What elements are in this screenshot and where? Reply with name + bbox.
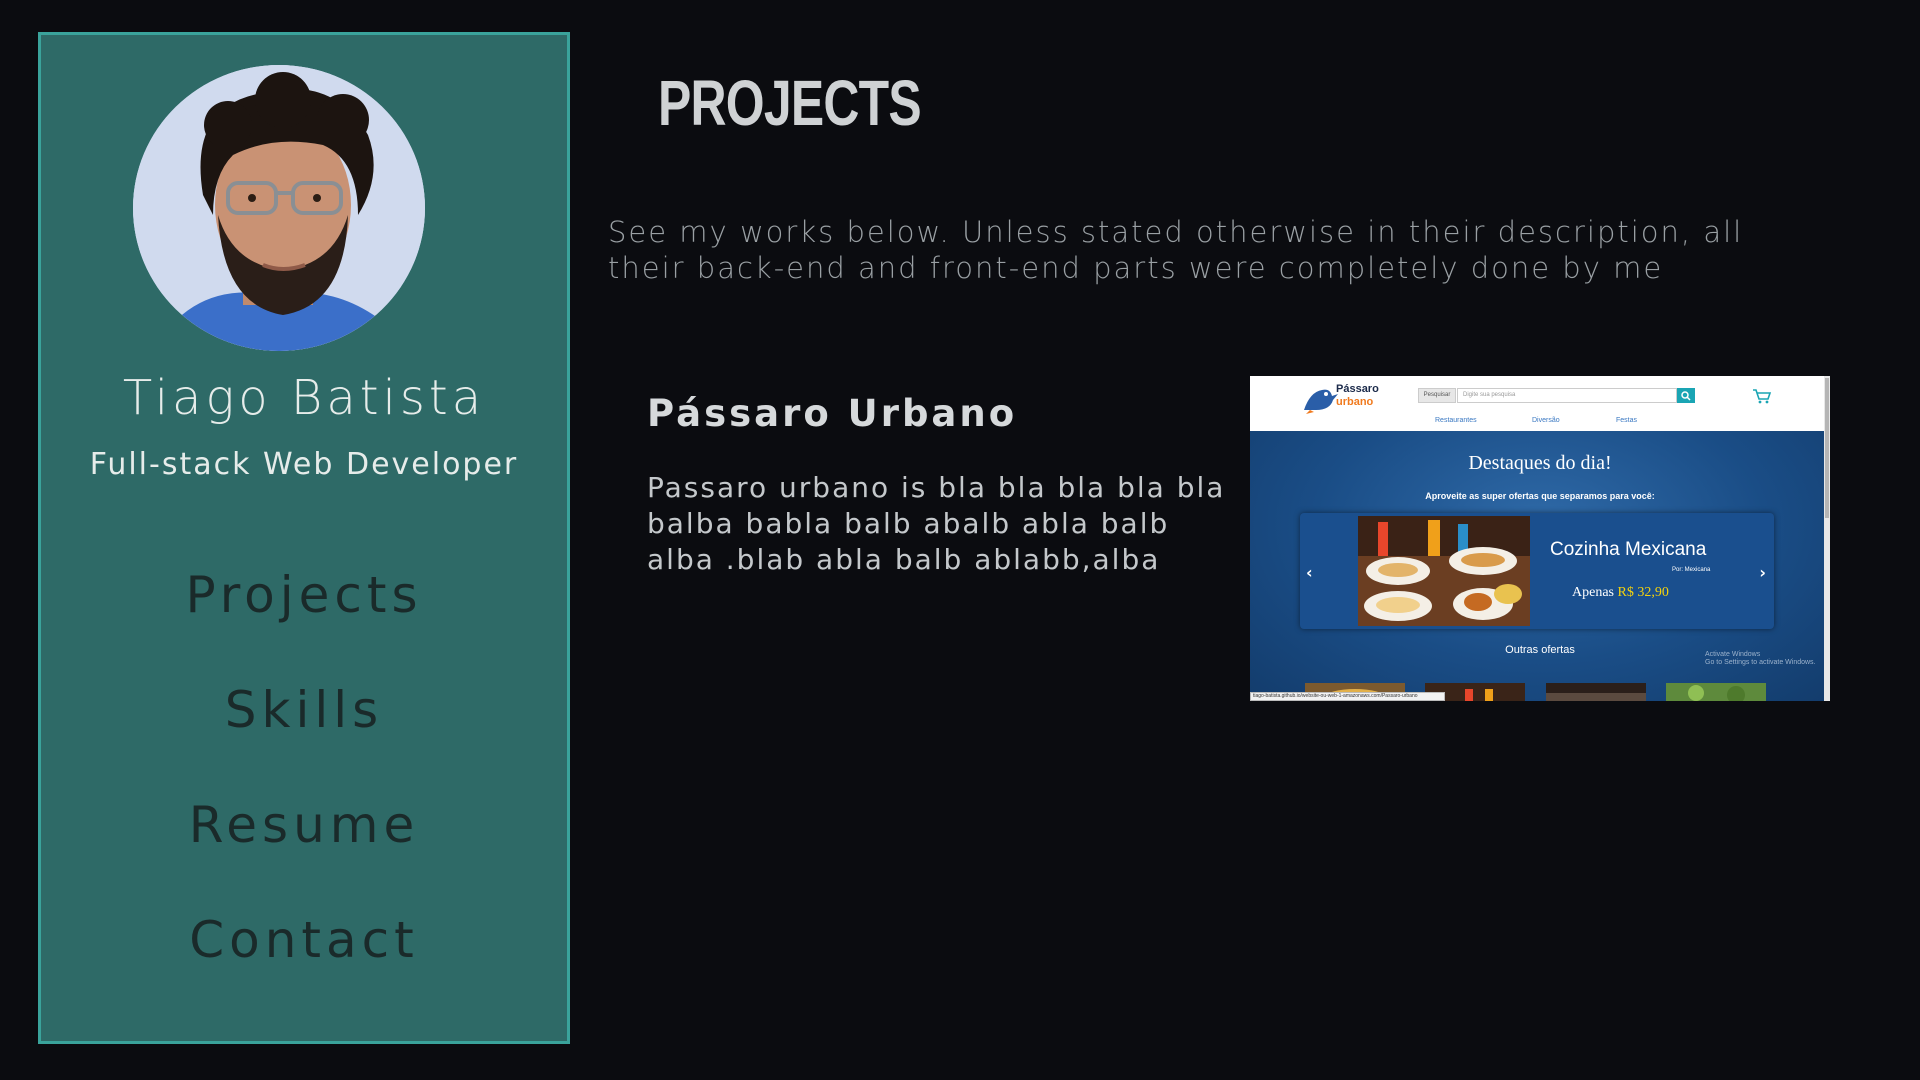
watermark-line2: Go to Settings to activate Windows. [1705,659,1816,666]
screenshot-card-by: Por: Mexicana [1672,567,1711,573]
avatar [133,65,425,351]
screenshot-headline: Destaques do dia! [1468,452,1612,474]
intro-text: See my works below. Unless stated otherw… [608,215,1744,285]
screenshot-card-price: Apenas R$ 32,90 [1572,585,1669,601]
screenshot-nav-festas: Festas [1616,417,1638,424]
screenshot-price-prefix: Apenas [1572,585,1614,600]
offer-thumbnail [1546,683,1646,701]
nav-item-contact[interactable]: Contact [41,905,567,1020]
project-description: Passaro urbano is bla bla bla bla bla ba… [647,471,1226,576]
screenshot-nav-restaurantes: Restaurantes [1435,417,1477,424]
chevron-right-icon: › [1759,563,1766,582]
cart-icon [1753,389,1772,404]
main-nav: Projects Skills Resume Contact [41,560,567,1020]
food-photo [1358,516,1530,626]
nav-item-skills[interactable]: Skills [41,675,567,790]
profile-photo [133,65,425,351]
screenshot-logo-line1: Pássaro [1336,383,1379,395]
profile-name: Tiago Batista [122,370,486,426]
screenshot-watermark: Activate Windows Go to Settings to activ… [1705,651,1816,667]
chevron-left-icon: ‹ [1306,563,1313,582]
watermark-line1: Activate Windows [1705,651,1761,658]
search-icon [1677,388,1695,403]
offer-thumbnail [1666,683,1766,701]
profile-role: Full-stack Web Developer [89,447,519,482]
screenshot-search-button: Pesquisar [1418,388,1456,403]
nav-item-resume[interactable]: Resume [41,790,567,905]
screenshot-header: Pássaro urbano Pesquisar Digite sua pesq… [1250,376,1830,431]
screenshot-scrollbar [1824,376,1830,701]
screenshot-card-title: Cozinha Mexicana [1550,539,1707,560]
project-title: Pássaro Urbano [647,392,1018,435]
screenshot-price-value: R$ 32,90 [1617,585,1669,600]
sidebar: Tiago Batista Full-stack Web Developer P… [38,32,570,1044]
screenshot-search-input: Digite sua pesquisa [1457,388,1677,403]
screenshot-offer-card: ‹ Cozinha Mexicana Por: Mexicana Apenas … [1300,513,1774,629]
screenshot-logo-line2: urbano [1336,396,1374,408]
project-screenshot[interactable]: Pássaro urbano Pesquisar Digite sua pesq… [1250,376,1830,701]
screenshot-nav-diversao: Diversão [1532,417,1560,424]
page-title: PROJECTS [658,67,922,139]
nav-item-projects[interactable]: Projects [41,560,567,675]
screenshot-status-bar: tiago-batista.github.io/website-ou-web-1… [1250,692,1445,701]
screenshot-subheadline: Aproveite as super ofertas que separamos… [1425,491,1655,501]
